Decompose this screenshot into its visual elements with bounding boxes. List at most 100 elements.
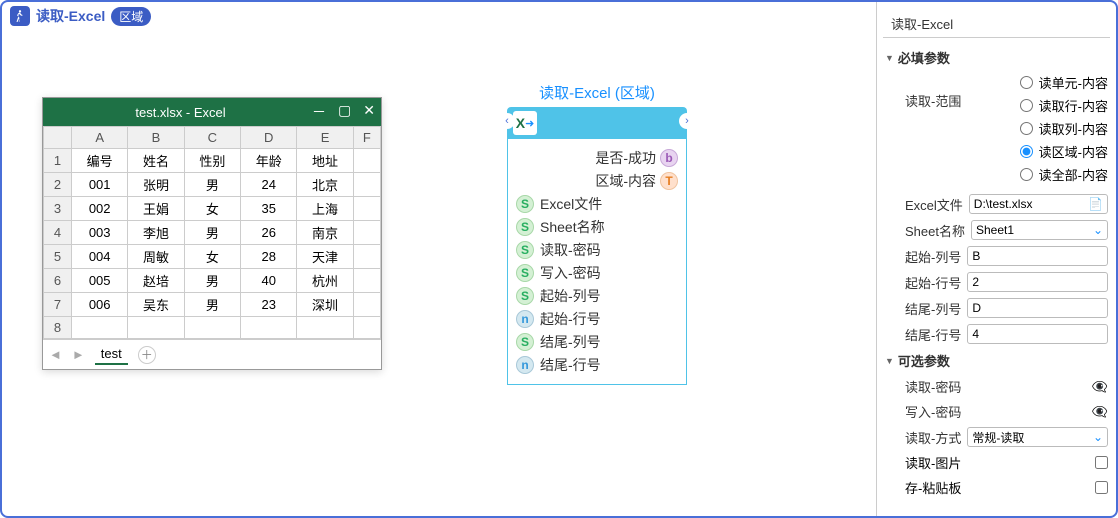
chevron-left-icon[interactable]: ‹ [499, 113, 515, 129]
cell[interactable]: 005 [72, 269, 128, 293]
cell[interactable] [72, 317, 128, 339]
col-header[interactable]: E [297, 127, 353, 149]
cell[interactable] [353, 173, 380, 197]
end-row-input[interactable] [967, 324, 1108, 344]
minimize-icon[interactable]: － [312, 102, 326, 122]
row-header[interactable]: 7 [44, 293, 72, 317]
row-header[interactable]: 6 [44, 269, 72, 293]
start-row-input[interactable] [967, 272, 1108, 292]
cell[interactable] [353, 149, 380, 173]
cell[interactable]: 女 [184, 245, 240, 269]
cell[interactable] [297, 317, 353, 339]
row-header[interactable]: 8 [44, 317, 72, 339]
node-block[interactable]: 读取-Excel (区域) ‹ X➜ › 是否-成功b 区域-内容T SExce… [507, 82, 687, 385]
chevron-right-icon[interactable]: › [679, 113, 695, 129]
cell[interactable]: 28 [241, 245, 297, 269]
cell[interactable] [128, 317, 184, 339]
range-option-0[interactable]: 读单元-内容 [1020, 73, 1108, 92]
sheet-name-select[interactable] [971, 220, 1108, 240]
port-n-icon[interactable]: n [516, 310, 534, 328]
cell[interactable] [241, 317, 297, 339]
sheet-prev-icon[interactable]: ◄ [49, 347, 62, 362]
range-radio[interactable] [1020, 99, 1033, 112]
maximize-icon[interactable]: ▢ [338, 102, 351, 122]
port-s-icon[interactable]: S [516, 195, 534, 213]
range-radio[interactable] [1020, 76, 1033, 89]
clipboard-checkbox[interactable] [1095, 481, 1108, 494]
cell[interactable] [353, 317, 380, 339]
cell[interactable]: 赵培 [128, 269, 184, 293]
section-required[interactable]: 必填参数 [883, 44, 1110, 71]
cell[interactable]: 李旭 [128, 221, 184, 245]
col-header[interactable]: C [184, 127, 240, 149]
col-header[interactable]: A [72, 127, 128, 149]
file-picker-icon[interactable]: 📄 [1088, 197, 1103, 211]
port-s-icon[interactable]: S [516, 287, 534, 305]
col-header[interactable]: D [241, 127, 297, 149]
node-header[interactable]: ‹ X➜ › [507, 107, 687, 139]
cell[interactable]: 地址 [297, 149, 353, 173]
col-header[interactable]: F [353, 127, 380, 149]
read-image-checkbox[interactable] [1095, 456, 1108, 469]
eye-off-icon[interactable]: 👁‍🗨 [1092, 379, 1108, 395]
section-optional[interactable]: 可选参数 [883, 347, 1110, 374]
cell[interactable]: 003 [72, 221, 128, 245]
excel-file-input[interactable]: 📄 [969, 194, 1108, 214]
port-table-icon[interactable]: T [660, 172, 678, 190]
cell[interactable]: 南京 [297, 221, 353, 245]
cell[interactable]: 男 [184, 173, 240, 197]
cell[interactable]: 23 [241, 293, 297, 317]
cell[interactable]: 26 [241, 221, 297, 245]
port-n-icon[interactable]: n [516, 356, 534, 374]
cell[interactable]: 性别 [184, 149, 240, 173]
cell[interactable]: 006 [72, 293, 128, 317]
cell[interactable] [353, 245, 380, 269]
cell[interactable]: 周敏 [128, 245, 184, 269]
add-sheet-icon[interactable]: ＋ [138, 346, 156, 364]
cell[interactable]: 40 [241, 269, 297, 293]
port-s-icon[interactable]: S [516, 241, 534, 259]
cell[interactable]: 年龄 [241, 149, 297, 173]
cell[interactable]: 001 [72, 173, 128, 197]
read-mode-select[interactable] [967, 427, 1108, 447]
row-header[interactable]: 3 [44, 197, 72, 221]
sheet-tab[interactable]: test [95, 344, 128, 365]
port-s-icon[interactable]: S [516, 218, 534, 236]
cell[interactable]: 杭州 [297, 269, 353, 293]
range-radio[interactable] [1020, 168, 1033, 181]
cell[interactable]: 上海 [297, 197, 353, 221]
cell[interactable]: 编号 [72, 149, 128, 173]
cell[interactable]: 张明 [128, 173, 184, 197]
cell[interactable]: 002 [72, 197, 128, 221]
row-header[interactable]: 4 [44, 221, 72, 245]
cell[interactable]: 35 [241, 197, 297, 221]
range-option-1[interactable]: 读取行-内容 [1020, 96, 1108, 115]
port-s-icon[interactable]: S [516, 333, 534, 351]
cell[interactable] [353, 197, 380, 221]
cell[interactable] [353, 221, 380, 245]
cell[interactable]: 姓名 [128, 149, 184, 173]
cell[interactable]: 天津 [297, 245, 353, 269]
cell[interactable] [353, 269, 380, 293]
cell[interactable] [353, 293, 380, 317]
range-option-3[interactable]: 读区域-内容 [1020, 142, 1108, 161]
cell[interactable]: 男 [184, 269, 240, 293]
range-option-2[interactable]: 读取列-内容 [1020, 119, 1108, 138]
cell[interactable]: 女 [184, 197, 240, 221]
panel-tab[interactable]: 读取-Excel [883, 10, 1110, 38]
cell[interactable]: 王娟 [128, 197, 184, 221]
end-col-input[interactable] [967, 298, 1108, 318]
range-radio[interactable] [1020, 122, 1033, 135]
cell[interactable]: 男 [184, 293, 240, 317]
cell[interactable]: 004 [72, 245, 128, 269]
row-header[interactable]: 1 [44, 149, 72, 173]
row-header[interactable]: 2 [44, 173, 72, 197]
row-header[interactable]: 5 [44, 245, 72, 269]
close-icon[interactable]: ✕ [363, 102, 375, 122]
range-option-4[interactable]: 读全部-内容 [1020, 165, 1108, 184]
col-header[interactable]: B [128, 127, 184, 149]
range-radio[interactable] [1020, 145, 1033, 158]
cell[interactable]: 北京 [297, 173, 353, 197]
eye-off-icon[interactable]: 👁‍🗨 [1092, 404, 1108, 420]
cell[interactable]: 24 [241, 173, 297, 197]
